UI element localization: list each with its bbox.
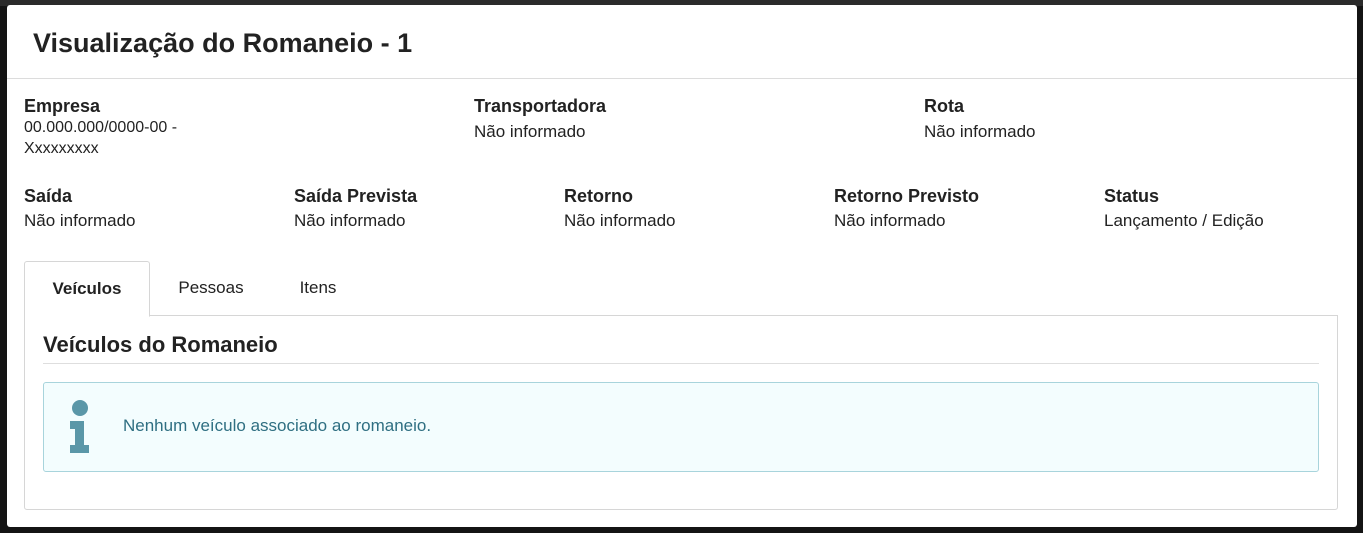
empresa-value-line2: Xxxxxxxxx <box>24 140 99 157</box>
tab-panel-veiculos: Veículos do Romaneio Nenhum veículo asso… <box>24 315 1338 510</box>
tab-pessoas[interactable]: Pessoas <box>161 261 261 316</box>
modal-title: Visualização do Romaneio - 1 <box>33 28 413 58</box>
panel-divider <box>43 363 1319 364</box>
panel-title: Veículos do Romaneio <box>43 332 278 357</box>
field-retorno-previsto: Retorno Previsto Não informado <box>834 185 979 231</box>
info-icon <box>70 400 89 453</box>
saida-prevista-label: Saída Prevista <box>294 186 418 206</box>
tab-itens[interactable]: Itens <box>278 261 358 316</box>
retorno-previsto-value: Não informado <box>834 211 946 230</box>
field-saida: Saída Não informado <box>24 185 136 231</box>
field-empresa: Empresa 00.000.000/0000-00 - Xxxxxxxxx <box>24 95 177 159</box>
status-value: Lançamento / Edição <box>1104 211 1264 230</box>
field-saida-prevista: Saída Prevista Não informado <box>294 185 417 231</box>
saida-value: Não informado <box>24 211 136 230</box>
retorno-previsto-label: Retorno Previsto <box>834 186 980 206</box>
field-transportadora: Transportadora Não informado <box>474 95 606 142</box>
romaneio-modal: Visualização do Romaneio - 1 Empresa 00.… <box>7 5 1357 527</box>
info-alert: Nenhum veículo associado ao romaneio. <box>43 382 1319 472</box>
saida-prevista-value: Não informado <box>294 211 406 230</box>
saida-label: Saída <box>24 186 73 206</box>
rota-label: Rota <box>924 96 964 116</box>
tab-bar: Veículos Pessoas Itens <box>24 261 1338 317</box>
empresa-value-line1: 00.000.000/0000-00 - <box>24 119 178 136</box>
retorno-value: Não informado <box>564 211 676 230</box>
transportadora-value: Não informado <box>474 122 586 141</box>
empresa-label: Empresa <box>24 96 101 116</box>
transportadora-label: Transportadora <box>474 96 607 116</box>
field-status: Status Lançamento / Edição <box>1104 185 1264 231</box>
status-label: Status <box>1104 186 1160 206</box>
alert-message: Nenhum veículo associado ao romaneio. <box>123 416 432 435</box>
rota-value: Não informado <box>924 122 1036 141</box>
field-rota: Rota Não informado <box>924 95 1036 142</box>
tab-veiculos[interactable]: Veículos <box>24 261 150 317</box>
retorno-label: Retorno <box>564 186 633 206</box>
modal-header: Visualização do Romaneio - 1 <box>7 5 1357 79</box>
field-retorno: Retorno Não informado <box>564 185 676 231</box>
